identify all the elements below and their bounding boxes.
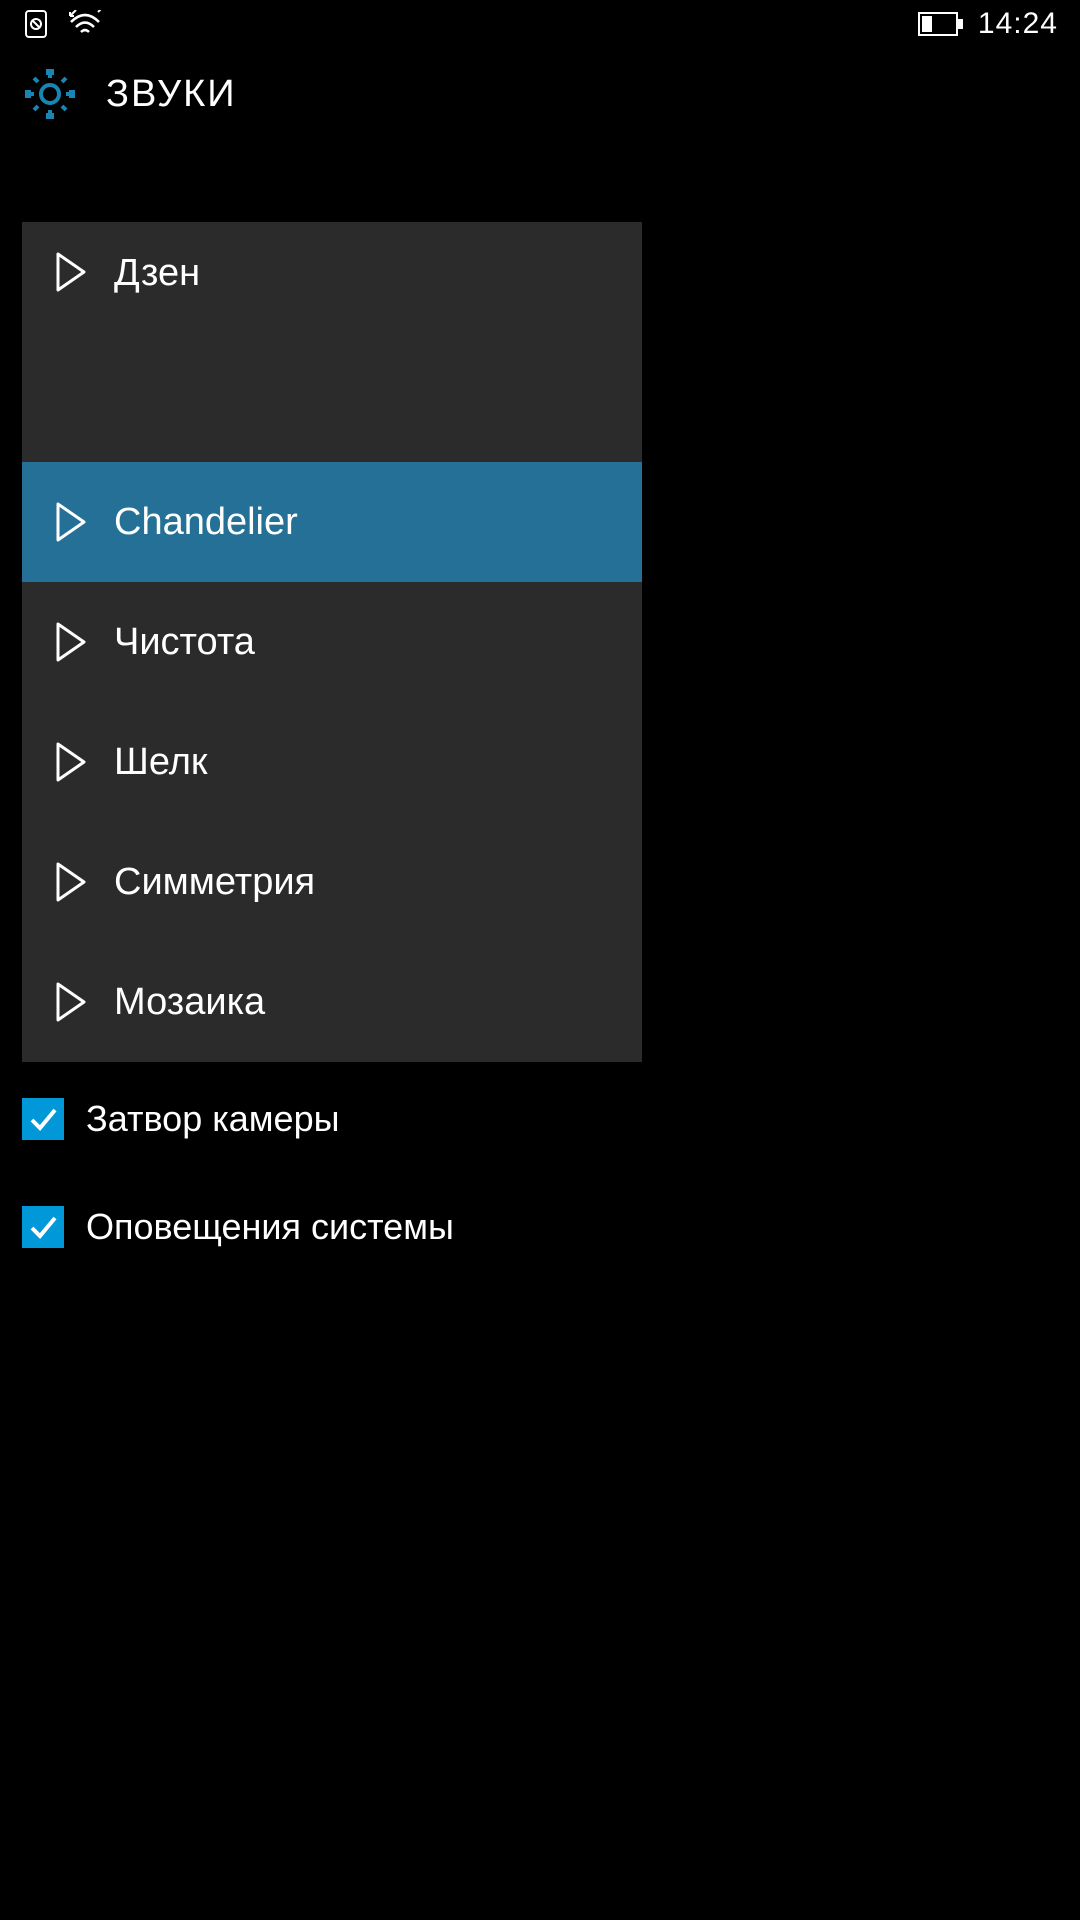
page-header: ЗВУКИ [0,48,1080,134]
ringtone-option[interactable]: Chandelier [22,462,642,582]
battery-icon [918,12,964,36]
ringtone-option[interactable]: Шелк [22,702,642,822]
play-icon[interactable] [54,742,88,782]
ringtone-label: Дзен [114,252,200,295]
ringtone-option[interactable]: Мозаика [22,942,642,1062]
check-shutter[interactable]: Затвор камеры [22,1098,1058,1140]
checkbox-icon [22,1206,64,1248]
wifi-icon [68,10,102,38]
checkbox-icon [22,1098,64,1140]
play-icon[interactable] [54,622,88,662]
status-right: 14:24 [918,7,1058,41]
page-title: ЗВУКИ [106,73,237,116]
ringtone-option[interactable]: Дзен [22,222,642,462]
status-left [22,9,102,39]
status-bar: 14:24 [0,0,1080,48]
play-icon[interactable] [54,982,88,1022]
ringtone-dropdown[interactable]: Дзен Chandelier Чистота Шелк Симметрия Мозаик… [22,222,642,1062]
check-system[interactable]: Оповещения системы [22,1206,1058,1248]
check-label: Оповещения системы [86,1206,454,1248]
rotation-lock-icon [22,9,50,39]
gear-icon [22,66,78,122]
play-icon[interactable] [54,862,88,902]
ringtone-label: Мозаика [114,981,265,1024]
play-icon[interactable] [54,502,88,542]
ringtone-option[interactable]: Чистота [22,582,642,702]
ringtone-label: Симметрия [114,861,315,904]
ringtone-label: Шелк [114,741,208,784]
clock: 14:24 [978,7,1058,41]
check-label: Затвор камеры [86,1098,339,1140]
play-icon[interactable] [54,252,88,292]
ringtone-label: Chandelier [114,501,298,544]
ringtone-option[interactable]: Симметрия [22,822,642,942]
ringtone-label: Чистота [114,621,255,664]
